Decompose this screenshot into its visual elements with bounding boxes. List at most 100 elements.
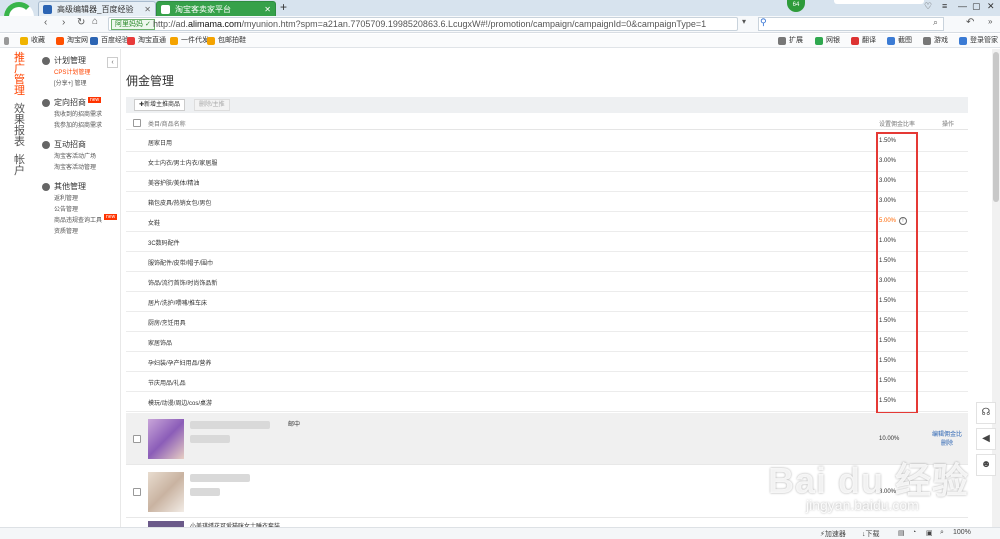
forward-icon[interactable]: › [62, 17, 65, 28]
sidebar-item-cps-plan[interactable]: CPS计划管理 [40, 68, 120, 79]
add-featured-product-button[interactable]: ✚新增主推商品 [134, 99, 186, 111]
page-title: 佣金管理 [126, 74, 175, 88]
search-input[interactable] [758, 17, 944, 31]
sidebar-item-activity-manage[interactable]: 淘宝客活动管理 [40, 163, 120, 174]
shirt-icon[interactable]: ♡ [924, 1, 932, 12]
sound-icon[interactable]: ◔ [912, 529, 916, 536]
translate-button[interactable]: 翻译 [851, 35, 876, 45]
bookmark-yijian[interactable]: 一件代发 [170, 35, 209, 45]
sidebar-item-rebate[interactable]: 返利管理 [40, 194, 120, 205]
search-engine-icon[interactable]: ⚲ [760, 17, 767, 28]
nav-account[interactable]: 帐户 [14, 155, 26, 177]
product-image[interactable] [148, 419, 184, 459]
baidu-watermark-url: jingyan.baidu.com [806, 497, 919, 513]
tab-baidu-jingyan[interactable]: 高级编辑器_百度经验 ✕ [38, 1, 156, 16]
minimize-button[interactable]: — [958, 1, 967, 11]
category-row: 家居饰品 1.50% [126, 332, 968, 352]
bookmark-baidu-jingyan[interactable]: 百度经验 [90, 35, 129, 45]
page-icon[interactable]: ▤ [898, 529, 905, 537]
translate-icon [851, 37, 859, 45]
category-row: 服饰配件/皮带/帽子/围巾 1.50% [126, 252, 968, 272]
highlight-box [876, 132, 918, 414]
zoom-icon[interactable]: ⌕ [940, 529, 944, 537]
tab-taobao-alliance[interactable]: 淘宝客卖家平台 ✕ [156, 1, 276, 16]
bookmark-taobao[interactable]: 淘宝网 [56, 35, 88, 45]
sidebar-item-received[interactable]: 我收到的招商需求 [40, 110, 120, 121]
section-title[interactable]: 其他管理 [40, 180, 120, 194]
address-dropdown-icon[interactable]: ▾ [742, 17, 746, 26]
sidebar-item-violation-check[interactable]: 商品违规查询工具new [40, 214, 120, 227]
category-row: 箱包皮具/热销女包/男包 3.00% [126, 192, 968, 212]
collapse-sidebar-button[interactable]: ‹ [107, 57, 118, 68]
maximize-button[interactable]: ▢ [972, 1, 981, 12]
headset-icon[interactable]: ☊ [976, 402, 996, 424]
category-name: 饰品/流行首饰/时尚饰品新 [148, 281, 218, 287]
bookmark-baoyou[interactable]: 包邮拍鞋 [207, 35, 246, 45]
edit-rate-link[interactable]: 编辑佣金比 [932, 431, 962, 440]
list-icon [42, 57, 50, 65]
nav-promotion-management[interactable]: 推广管理 [14, 53, 26, 97]
user-icon[interactable]: ☻ [976, 454, 996, 476]
main-nav: 推广管理 效果报表 帐户 [14, 53, 28, 184]
image-icon[interactable]: ▣ [926, 529, 933, 537]
row-checkbox[interactable] [133, 435, 141, 443]
category-name: 节庆用品/礼品 [148, 381, 186, 387]
search-icon[interactable]: ⌕ [933, 17, 938, 28]
site-verify-tag[interactable]: 阿里妈妈 ✓ [111, 19, 155, 30]
delete-link[interactable]: 删除 [941, 440, 953, 449]
category-name: 箱包皮具/热销女包/男包 [148, 201, 212, 207]
category-row: 美容护肤/美体/精油 3.00% [126, 172, 968, 192]
category-list: 居家日用 1.50% 女士内衣/男士内衣/家居服 3.00% 美容护肤/美体/精油 3.0… [126, 132, 968, 412]
url-text[interactable]: http://ad.alimama.com/myunion.htm?spm=a2… [153, 19, 706, 29]
section-title[interactable]: 互动招商 [40, 138, 120, 152]
progress-strip [834, 0, 924, 4]
back-icon[interactable]: ‹ [44, 17, 47, 28]
sidebar-item-qualification[interactable]: 资质管理 [40, 227, 120, 238]
product-title-blurred [190, 421, 270, 429]
address-bar[interactable]: 阿里妈妈 ✓ http://ad.alimama.com/myunion.htm… [108, 17, 738, 31]
undo-icon[interactable]: ↶ [966, 17, 974, 28]
new-tab-button[interactable]: + [280, 0, 287, 14]
star-icon [20, 37, 28, 45]
close-window-button[interactable]: ✕ [987, 1, 995, 12]
nav-reports[interactable]: 效果报表 [14, 104, 26, 148]
delete-featured-button[interactable]: 删除/主推 [194, 99, 230, 111]
login-manager-button[interactable]: 登录管家 [959, 35, 998, 45]
more-icon[interactable]: » [988, 17, 992, 26]
extensions-button[interactable]: 扩展 [778, 35, 803, 45]
section-title[interactable]: 定向招商 new [40, 96, 120, 110]
baidu-icon [90, 37, 98, 45]
sidebar-item-activity-square[interactable]: 淘宝客活动广场 [40, 152, 120, 163]
category-name: 服饰配件/皮带/帽子/围巾 [148, 261, 214, 267]
category-row: 模玩/动漫/周边/cos/桌游 1.50% [126, 392, 968, 412]
close-icon[interactable]: ✕ [144, 2, 151, 17]
baidu-icon [43, 5, 52, 14]
nav-section-interactive: 互动招商 淘宝客活动广场 淘宝客活动管理 [40, 138, 120, 174]
games-button[interactable]: 游戏 [923, 35, 948, 45]
scrollbar-thumb[interactable] [993, 52, 999, 202]
sidebar-item-joined[interactable]: 我参加的招商需求 [40, 121, 120, 132]
menu-icon[interactable]: ≡ [942, 1, 947, 11]
folder-icon [207, 37, 215, 45]
netbank-button[interactable]: 网银 [815, 35, 840, 45]
key-icon [959, 37, 967, 45]
product-title[interactable]: 邮中 [288, 419, 300, 428]
accelerator-button[interactable]: ⚡加速器 [820, 529, 846, 539]
alimama-icon [161, 5, 170, 14]
bookmark-favorites[interactable]: 收藏 [20, 35, 45, 45]
row-checkbox[interactable] [133, 488, 141, 496]
zoom-level[interactable]: 100% [953, 529, 971, 536]
home-icon[interactable]: ⌂ [92, 16, 98, 27]
table-header: 类目/商品名称 设置佣金比率 操作 [126, 116, 968, 130]
bookmark-taobao-ztc[interactable]: 淘宝直通 [127, 35, 166, 45]
sidebar-item-share-plus[interactable]: [分享+] 管理 [40, 79, 120, 90]
shield-icon [815, 37, 823, 45]
refresh-icon[interactable]: ↻ [77, 17, 85, 28]
product-image[interactable] [148, 472, 184, 512]
megaphone-icon[interactable]: ◀ [976, 428, 996, 450]
category-row: 厨房/烹饪用具 1.50% [126, 312, 968, 332]
screenshot-button[interactable]: 截图 [887, 35, 912, 45]
close-icon[interactable]: ✕ [264, 2, 271, 17]
select-all-checkbox[interactable] [133, 119, 141, 127]
download-button[interactable]: ↓下载 [862, 529, 880, 539]
